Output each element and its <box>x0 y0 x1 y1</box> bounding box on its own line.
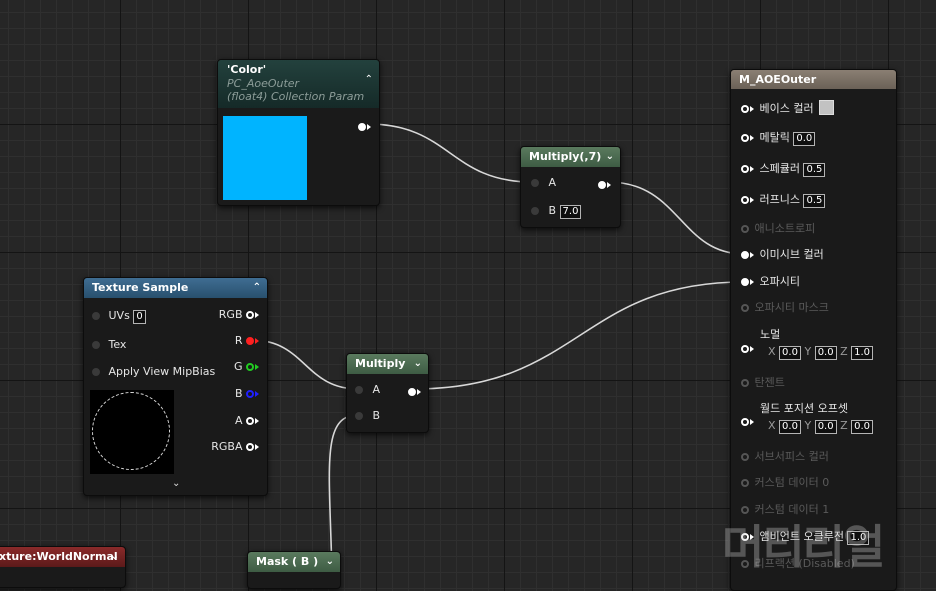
normal-z-value[interactable]: 1.0 <box>851 346 874 360</box>
wpo-values[interactable]: X 0.0 Y 0.0 Z 0.0 <box>768 419 874 434</box>
material-input-wpo[interactable]: 월드 포지션 오프셋 <box>741 402 848 416</box>
material-input-subsurface: 서브서피스 컬러 <box>741 450 829 464</box>
material-input-anisotropy: 애니소트로피 <box>741 222 815 236</box>
chevron-up-icon[interactable]: ⌃ <box>365 74 373 85</box>
color-node-subtitle-type: (float4) Collection Param <box>227 90 365 103</box>
color-parameter-node[interactable]: 'Color' PC_AoeOuter (float4) Collection … <box>217 59 380 206</box>
wpo-z-value[interactable]: 0.0 <box>851 420 874 434</box>
multiply-node[interactable]: Multiply ⌄ A B <box>346 353 429 433</box>
normal-pin[interactable] <box>741 342 754 355</box>
material-input-custom0: 커스텀 데이터 0 <box>741 476 829 490</box>
color-node-subtitle-collection: PC_AoeOuter <box>227 77 300 90</box>
material-title: M_AOEOuter <box>739 73 817 86</box>
material-header[interactable]: M_AOEOuter <box>731 70 896 89</box>
mask-b-header[interactable]: Mask ( B ) ⌄ <box>248 552 340 572</box>
texture-output-a[interactable]: A <box>235 414 259 428</box>
mask-b-node[interactable]: Mask ( B ) ⌄ <box>247 551 341 589</box>
texture-input-mipbias[interactable]: Apply View MipBias <box>92 365 215 379</box>
metallic-value[interactable]: 0.0 <box>793 132 816 146</box>
material-result-node[interactable]: M_AOEOuter 베이스 컬러 메탈릭 0.0 스페큘러 0.5 러프니스 … <box>730 69 897 591</box>
texture-output-rgba[interactable]: RGBA <box>211 440 259 454</box>
color-node-header[interactable]: 'Color' PC_AoeOuter (float4) Collection … <box>218 60 379 108</box>
multiply-input-b[interactable]: B <box>355 409 380 423</box>
material-input-opacity-mask: 오파시티 마스크 <box>741 301 829 315</box>
material-input-specular[interactable]: 스페큘러 0.5 <box>741 162 826 177</box>
chevron-down-icon[interactable]: ⌄ <box>326 552 334 572</box>
material-input-opacity[interactable]: 오파시티 <box>741 275 800 289</box>
multiply-7-node[interactable]: Multiply(,7) ⌄ A B 7.0 <box>520 146 621 228</box>
texture-worldnormal-header[interactable]: xture:WorldNormal ⌄ <box>0 547 125 567</box>
color-node-title: 'Color' <box>227 63 267 76</box>
multiply-7-title: Multiply(,7) <box>529 150 602 163</box>
wire-multiply-to-opacity <box>413 281 745 390</box>
wpo-pin[interactable] <box>741 415 754 428</box>
texture-sample-title: Texture Sample <box>92 281 189 294</box>
material-input-custom1: 커스텀 데이터 1 <box>741 503 829 517</box>
texture-uvs-value[interactable]: 0 <box>133 310 146 324</box>
color-output-pin[interactable] <box>358 120 371 133</box>
multiply-7-input-b[interactable]: B 7.0 <box>531 204 582 219</box>
texture-output-b[interactable]: B <box>235 387 259 401</box>
material-input-roughness[interactable]: 러프니스 0.5 <box>741 193 826 208</box>
multiply-input-a[interactable]: A <box>355 383 380 397</box>
color-swatch <box>223 116 307 200</box>
normal-y-value[interactable]: 0.0 <box>814 346 837 360</box>
chevron-down-icon[interactable]: ⌄ <box>111 547 119 567</box>
material-input-tangent: 탄젠트 <box>741 376 785 390</box>
normal-values[interactable]: X 0.0 Y 0.0 Z 1.0 <box>768 345 874 360</box>
specular-value[interactable]: 0.5 <box>803 163 826 177</box>
base-color-swatch[interactable] <box>819 100 835 115</box>
texture-output-g[interactable]: G <box>234 360 259 374</box>
texture-output-r[interactable]: R <box>235 334 259 348</box>
texture-worldnormal-node[interactable]: xture:WorldNormal ⌄ <box>0 546 126 588</box>
texture-sample-node[interactable]: Texture Sample ⌃ UVs 0 Tex Apply View Mi… <box>83 277 268 496</box>
texture-preview-circle <box>92 392 170 470</box>
texture-sample-header[interactable]: Texture Sample ⌃ <box>84 278 267 298</box>
texture-preview <box>90 390 174 474</box>
multiply-7-b-value[interactable]: 7.0 <box>559 205 582 219</box>
material-input-normal[interactable]: 노멀 <box>741 328 780 342</box>
texture-output-rgb[interactable]: RGB <box>219 308 259 322</box>
multiply-7-input-a[interactable]: A <box>531 176 556 190</box>
material-input-emissive[interactable]: 이미시브 컬러 <box>741 248 824 262</box>
chevron-down-icon[interactable]: ⌄ <box>172 478 180 489</box>
wpo-x-value[interactable]: 0.0 <box>779 420 801 434</box>
chevron-up-icon[interactable]: ⌃ <box>253 278 261 298</box>
roughness-value[interactable]: 0.5 <box>803 194 826 208</box>
wpo-y-value[interactable]: 0.0 <box>814 420 837 434</box>
texture-worldnormal-title: xture:WorldNormal <box>0 550 118 563</box>
watermark-logo: 머티리얼 <box>722 520 885 574</box>
material-input-base-color[interactable]: 베이스 컬러 <box>741 100 835 115</box>
normal-x-value[interactable]: 0.0 <box>779 346 801 360</box>
chevron-down-icon[interactable]: ⌄ <box>414 354 422 374</box>
multiply-7-header[interactable]: Multiply(,7) ⌄ <box>521 147 620 167</box>
mask-b-title: Mask ( B ) <box>256 555 319 568</box>
texture-input-uvs[interactable]: UVs 0 <box>92 309 146 324</box>
wire-multiply7-to-emissive <box>607 181 745 255</box>
material-input-metallic[interactable]: 메탈릭 0.0 <box>741 131 816 146</box>
multiply-7-output-pin[interactable] <box>598 178 611 191</box>
wire-color-to-multiply7 <box>367 123 533 183</box>
multiply-output-pin[interactable] <box>408 385 421 398</box>
chevron-down-icon[interactable]: ⌄ <box>606 147 614 167</box>
multiply-title: Multiply <box>355 357 406 370</box>
texture-input-tex[interactable]: Tex <box>92 338 126 352</box>
multiply-header[interactable]: Multiply ⌄ <box>347 354 428 374</box>
